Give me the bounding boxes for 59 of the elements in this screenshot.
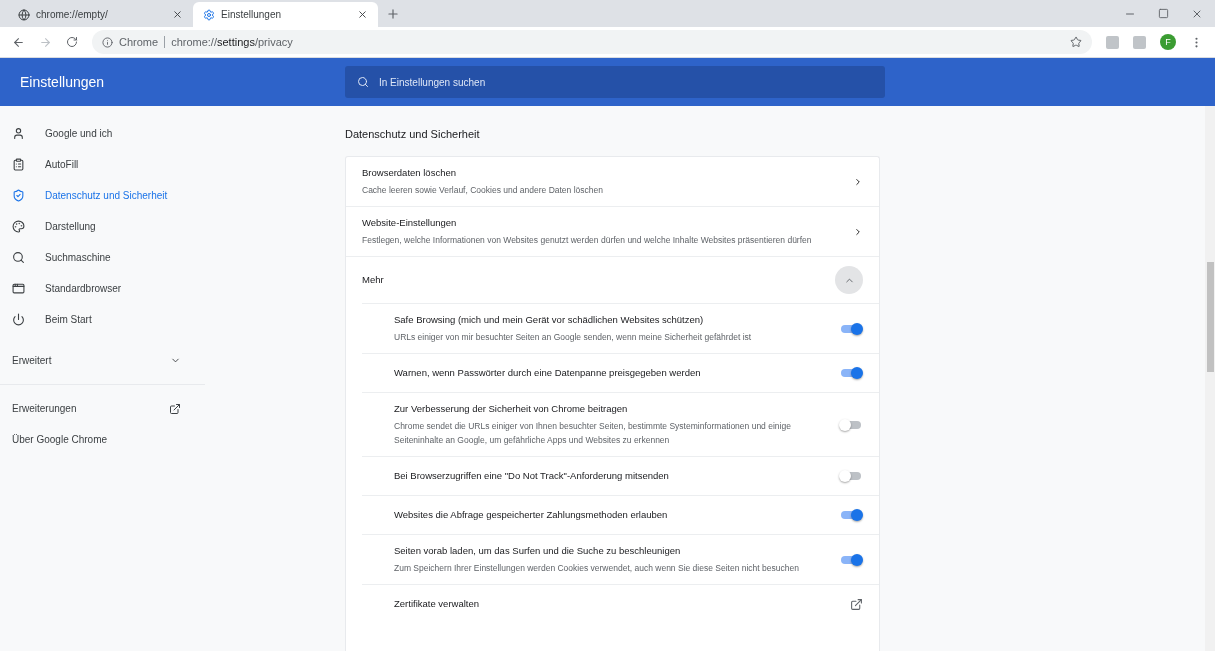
person-icon — [12, 127, 25, 140]
setting-title: Websites die Abfrage gespeicherter Zahlungsmethoden erlauben — [394, 508, 669, 522]
setting-title: Safe Browsing (mich und mein Gerät vor schädlichen Websites schützen) — [394, 313, 705, 327]
search-field[interactable]: In Einstellungen suchen — [345, 66, 885, 98]
globe-icon — [18, 8, 30, 21]
toggle-switch[interactable] — [839, 322, 863, 335]
toggle-switch[interactable] — [839, 470, 863, 482]
setting-title: Zur Verbesserung der Sicherheit von Chrome beitragen — [394, 402, 629, 416]
maximize-icon[interactable] — [1158, 7, 1169, 19]
reload-icon[interactable] — [66, 36, 78, 48]
browser-tab[interactable]: chrome://empty/ — [8, 2, 193, 27]
setting-description: Chrome sendet die URLs einiger von Ihnen besuchter Seiten, bestimmte Systeminformationen und einige Seiteninhalte an Google, um gefährliche Apps und Websites zu erkennen — [394, 420, 792, 447]
section-title: Datenschutz und Sicherheit — [345, 127, 481, 142]
toggle-switch[interactable] — [839, 509, 863, 521]
settings-row[interactable]: Browserdaten löschen Cache leeren sowie Verlauf, Cookies und andere Daten löschen — [346, 157, 879, 206]
shield-icon — [12, 189, 25, 202]
toggle-switch[interactable] — [839, 418, 863, 431]
toggle-switch[interactable] — [839, 367, 863, 379]
back-icon[interactable] — [12, 35, 25, 49]
sidebar-item[interactable]: Google und ich — [0, 118, 205, 149]
setting-description: Zum Speichern Ihrer Einstellungen werden Cookies verwendet, auch wenn Sie diese Seiten nicht besuchen — [394, 562, 800, 575]
power-icon — [12, 313, 25, 326]
sidebar-link[interactable]: Über Google Chrome — [0, 424, 205, 455]
setting-title: Seiten vorab laden, um das Surfen und die Suche zu beschleunigen — [394, 544, 682, 558]
setting-title: Warnen, wenn Passwörter durch eine Datenpanne preisgegeben werden — [394, 366, 702, 380]
palette-icon — [12, 220, 25, 233]
setting-title: Zertifikate verwalten — [394, 597, 480, 611]
sidebar-item[interactable]: Suchmaschine — [0, 242, 205, 273]
sidebar-item[interactable]: Standardbrowser — [0, 273, 205, 304]
browser-tab[interactable]: Einstellungen — [193, 2, 378, 27]
more-label: Mehr — [362, 273, 385, 287]
scrollbar[interactable] — [1205, 106, 1215, 651]
sidebar-link[interactable]: Erweiterungen — [0, 393, 205, 424]
external-link-icon[interactable] — [850, 597, 863, 611]
forward-icon[interactable] — [39, 35, 52, 49]
search-icon — [12, 251, 25, 264]
sidebar-item[interactable]: AutoFill — [0, 149, 205, 180]
search-icon — [357, 76, 369, 88]
gear-icon — [203, 8, 215, 21]
advanced-toggle[interactable]: Erweitert — [0, 345, 205, 376]
info-icon — [102, 36, 113, 48]
sidebar-item[interactable]: Datenschutz und Sicherheit — [0, 180, 205, 211]
sidebar-item[interactable]: Darstellung — [0, 211, 205, 242]
settings-row[interactable]: Website-Einstellungen Festlegen, welche Informationen von Websites genutzt werden dürfen und welche Inhalte Websites präsentieren dürfen — [346, 206, 879, 256]
clipboard-icon — [12, 158, 25, 171]
close-icon[interactable] — [357, 9, 368, 20]
site-label: Chrome — [119, 36, 159, 48]
address-bar[interactable]: Chrome chrome://settings/privacy — [92, 30, 1092, 54]
toggle-switch[interactable] — [839, 553, 863, 566]
star-icon[interactable] — [1070, 36, 1082, 48]
setting-description: URLs einiger von mir besuchter Seiten an Google senden, wenn meine Sicherheit gefährdet ist — [394, 331, 753, 344]
setting-title: Bei Browserzugriffen eine "Do Not Track"-Anforderung mitsenden — [394, 469, 670, 483]
browser-window-icon — [12, 282, 25, 295]
url-text: chrome://settings/privacy — [171, 36, 293, 48]
new-tab-icon[interactable] — [386, 6, 400, 21]
settings-title: Einstellungen — [19, 74, 106, 90]
sidebar-item[interactable]: Beim Start — [0, 304, 205, 335]
profile-avatar[interactable]: F — [1160, 34, 1176, 50]
close-icon[interactable] — [172, 9, 183, 20]
